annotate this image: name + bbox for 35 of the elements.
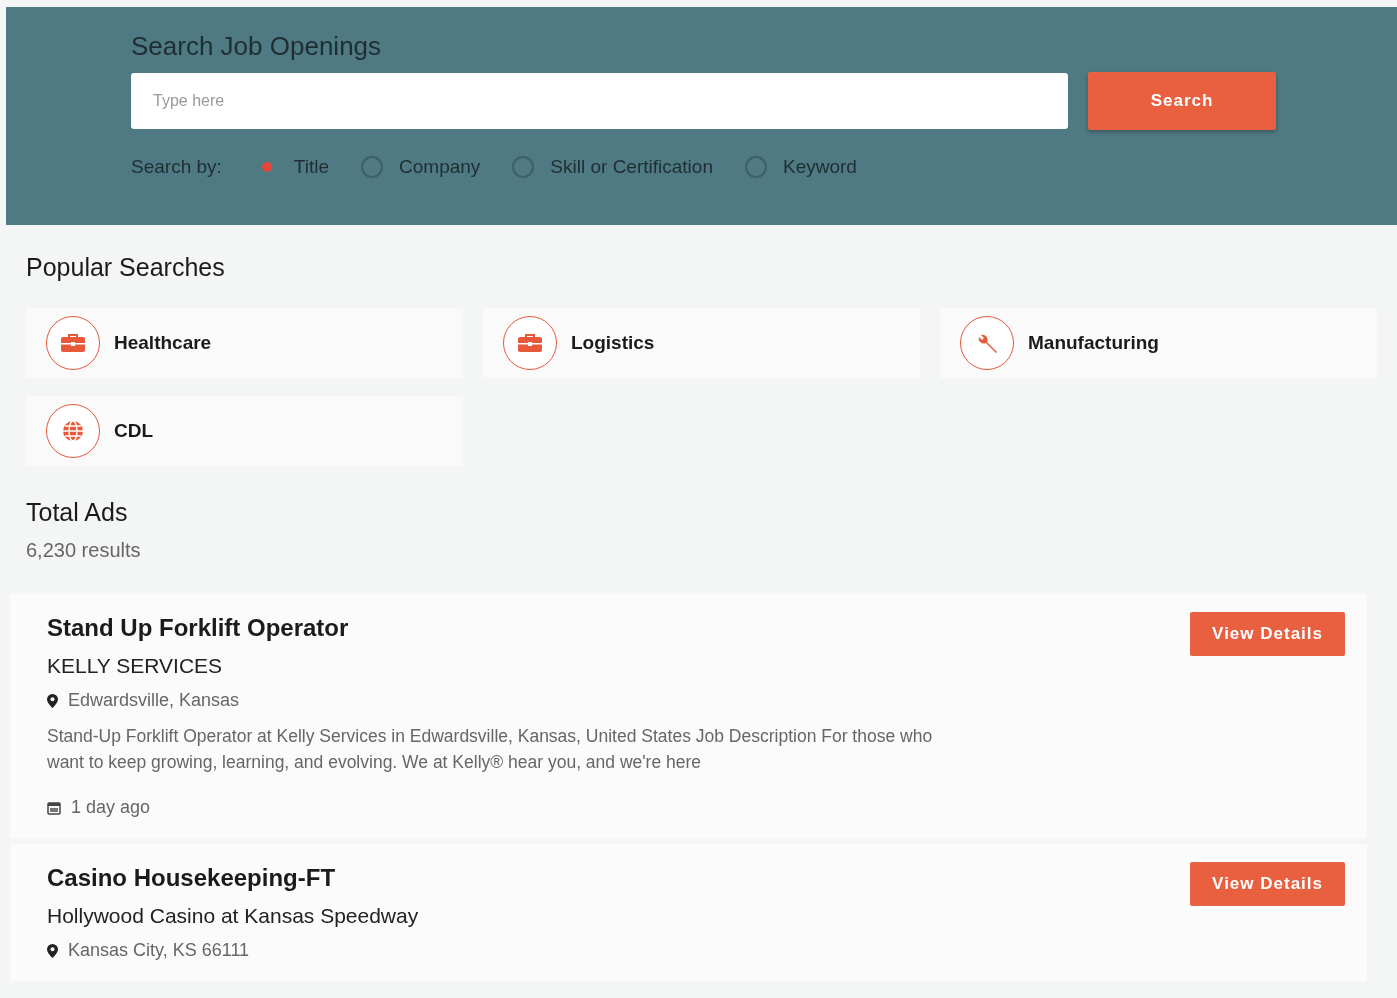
search-field[interactable]: Type here bbox=[131, 73, 1068, 129]
search-button[interactable]: Search bbox=[1088, 72, 1276, 130]
wrench-icon bbox=[960, 316, 1014, 370]
job-location: Kansas City, KS 66111 bbox=[68, 940, 250, 961]
briefcase-icon bbox=[503, 316, 557, 370]
job-description: Stand-Up Forklift Operator at Kelly Services in Edwardsville, Kansas, United States Job Description For those who want to keep growing, learning, and evolving. We at Kelly® hear you, and we're here bbox=[47, 725, 934, 774]
category-card[interactable]: Manufacturing bbox=[940, 308, 1377, 378]
job-location: Edwardsville, Kansas bbox=[68, 690, 240, 711]
search-title: Search Job Openings bbox=[131, 31, 383, 62]
radio-label[interactable]: Keyword bbox=[782, 156, 857, 178]
radio-button[interactable] bbox=[512, 156, 535, 178]
search-by-label: Search by: bbox=[131, 156, 222, 178]
briefcase-icon bbox=[46, 316, 100, 370]
category-card[interactable]: Logistics bbox=[483, 308, 920, 378]
view-details-button[interactable]: View Details bbox=[1190, 862, 1345, 906]
location-pin-icon bbox=[47, 693, 58, 708]
location-pin-icon bbox=[47, 943, 58, 958]
radio-label[interactable]: Company bbox=[399, 156, 481, 178]
view-details-button[interactable]: View Details bbox=[1190, 612, 1345, 656]
section-title: Popular Searches bbox=[26, 253, 226, 282]
calendar-icon bbox=[47, 800, 61, 815]
category-card[interactable]: Healthcare bbox=[26, 308, 463, 378]
radio-label[interactable]: Title bbox=[293, 156, 330, 178]
results-count: 6,230 results bbox=[26, 539, 142, 562]
globe-icon bbox=[46, 404, 100, 458]
section-title: Total Ads bbox=[26, 498, 129, 527]
job-title[interactable]: Casino Housekeeping-FT bbox=[47, 864, 419, 892]
radio-button[interactable] bbox=[744, 156, 767, 178]
company-name: Hollywood Casino at Kansas Speedway bbox=[47, 904, 419, 928]
radio-button[interactable] bbox=[361, 156, 384, 178]
job-title[interactable]: Stand Up Forklift Operator bbox=[47, 614, 947, 642]
posted-date: 1 day ago bbox=[71, 797, 151, 818]
category-card[interactable]: CDL bbox=[26, 396, 463, 466]
radio-label[interactable]: Skill or Certification bbox=[550, 156, 713, 178]
company-name: KELLY SERVICES bbox=[47, 654, 224, 678]
